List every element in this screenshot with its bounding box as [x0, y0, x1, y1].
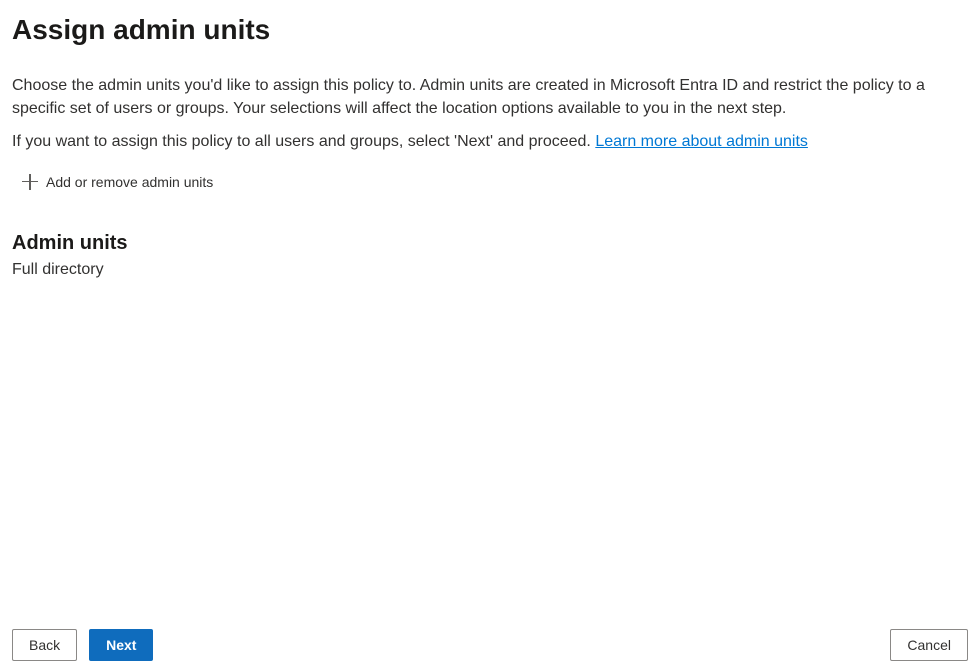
add-remove-label: Add or remove admin units	[46, 174, 213, 190]
learn-more-link[interactable]: Learn more about admin units	[595, 133, 808, 150]
plus-icon	[22, 174, 38, 190]
cancel-button[interactable]: Cancel	[890, 629, 968, 661]
page-description: Choose the admin units you'd like to ass…	[12, 74, 968, 120]
page-title: Assign admin units	[12, 14, 968, 46]
admin-units-heading: Admin units	[12, 232, 968, 255]
next-button[interactable]: Next	[89, 629, 153, 661]
back-button[interactable]: Back	[12, 629, 77, 661]
sub-description-text: If you want to assign this policy to all…	[12, 133, 595, 150]
admin-units-value: Full directory	[12, 261, 968, 279]
page-sub-description: If you want to assign this policy to all…	[12, 130, 968, 153]
add-remove-admin-units-button[interactable]: Add or remove admin units	[12, 172, 968, 192]
main-content: Assign admin units Choose the admin unit…	[0, 0, 980, 279]
wizard-footer: Back Next Cancel	[0, 619, 980, 671]
